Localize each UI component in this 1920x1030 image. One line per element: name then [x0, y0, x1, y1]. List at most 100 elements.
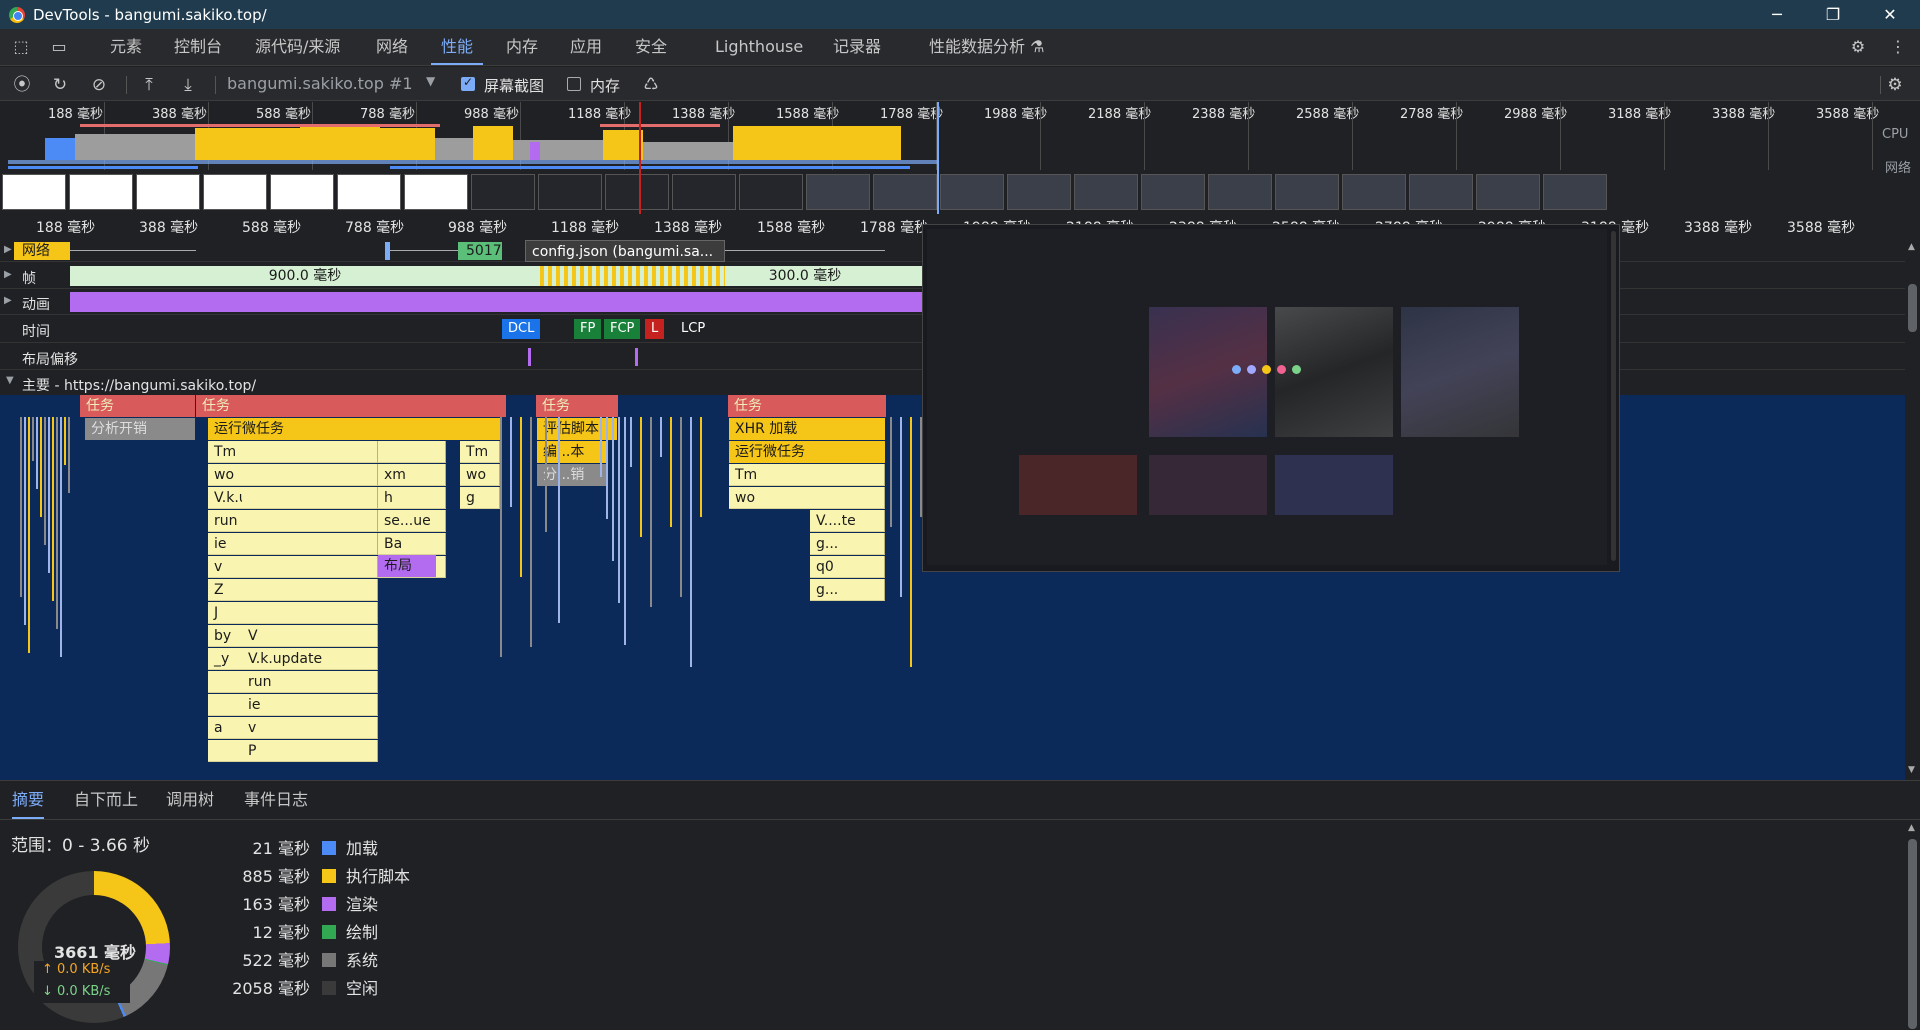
flame-sliver[interactable]: [36, 417, 38, 489]
screenshot-thumbnail[interactable]: [1275, 174, 1339, 210]
flame-sliver[interactable]: [24, 417, 26, 625]
tab-console[interactable]: 控制台: [174, 29, 222, 65]
flame-sliver[interactable]: [44, 417, 46, 545]
fp-marker[interactable]: FP: [574, 319, 602, 339]
flame-sliver[interactable]: [56, 417, 58, 629]
flame-frame[interactable]: [242, 510, 378, 532]
screenshot-thumbnail[interactable]: [873, 174, 937, 210]
flame-sliver[interactable]: [630, 417, 632, 467]
screenshot-thumbnail[interactable]: [605, 174, 669, 210]
flame-frame[interactable]: wo: [729, 487, 885, 509]
garbage-collect-icon[interactable]: ♺: [640, 74, 662, 96]
screenshot-thumbnail[interactable]: [203, 174, 267, 210]
details-scrollbar[interactable]: ▲: [1905, 819, 1920, 1030]
settings-gear-icon[interactable]: ⚙: [1848, 37, 1868, 57]
flame-frame[interactable]: g...: [810, 533, 885, 555]
screenshot-thumbnail[interactable]: [69, 174, 133, 210]
flame-frame[interactable]: g: [460, 487, 500, 509]
parse-overhead-block[interactable]: 分析开销: [85, 418, 195, 440]
flame-frame[interactable]: run: [242, 671, 378, 693]
record-icon[interactable]: ⦿: [11, 74, 33, 96]
screenshot-thumbnail[interactable]: [1409, 174, 1473, 210]
flame-sliver[interactable]: [660, 417, 662, 457]
flame-frame[interactable]: Ba: [378, 533, 446, 555]
tab-elements[interactable]: 元素: [110, 29, 142, 65]
save-profile-icon[interactable]: ⤓: [177, 74, 199, 96]
flame-sliver[interactable]: [690, 417, 692, 667]
layout-shift-marker[interactable]: [635, 348, 638, 366]
frame-block-dense[interactable]: [540, 266, 725, 286]
flame-frame[interactable]: [242, 487, 378, 509]
chevron-down-icon[interactable]: ▼: [426, 74, 435, 88]
screenshot-thumbnail[interactable]: [136, 174, 200, 210]
flame-sliver[interactable]: [28, 417, 30, 653]
inspect-element-icon[interactable]: ⬚: [11, 37, 31, 57]
screenshot-thumbnail[interactable]: [471, 174, 535, 210]
flame-sliver[interactable]: [68, 417, 70, 493]
task-block[interactable]: 任务: [80, 395, 195, 417]
flame-frame[interactable]: Tm: [460, 441, 500, 463]
flame-sliver[interactable]: [618, 417, 620, 603]
flame-sliver[interactable]: [60, 417, 62, 657]
fcp-marker[interactable]: FCP: [604, 319, 641, 339]
flame-frame[interactable]: V: [242, 625, 378, 647]
flame-sliver[interactable]: [650, 417, 652, 607]
screenshot-filmstrip[interactable]: [0, 172, 1920, 212]
tab-bottom-up[interactable]: 自下而上: [74, 781, 138, 819]
screenshot-thumbnail[interactable]: [1543, 174, 1607, 210]
tab-recorder[interactable]: 记录器: [833, 29, 881, 65]
flame-frame[interactable]: v: [242, 717, 378, 739]
screenshot-thumbnail[interactable]: [2, 174, 66, 210]
tab-event-log[interactable]: 事件日志: [244, 781, 308, 819]
tab-security[interactable]: 安全: [635, 29, 667, 65]
flame-frame[interactable]: se...ue: [378, 510, 446, 532]
load-profile-icon[interactable]: ⤒: [138, 74, 160, 96]
tab-summary[interactable]: 摘要: [12, 781, 45, 819]
frame-block[interactable]: 900.0 毫秒: [70, 266, 540, 286]
memory-checkbox[interactable]: [567, 77, 581, 91]
run-microtasks-block[interactable]: 运行微任务: [208, 418, 500, 440]
screenshot-thumbnail[interactable]: [1342, 174, 1406, 210]
flame-frame[interactable]: h: [378, 487, 446, 509]
flame-frame[interactable]: g...: [810, 579, 885, 601]
flame-frame[interactable]: [242, 441, 378, 463]
flame-sliver[interactable]: [520, 417, 522, 577]
flame-sliver[interactable]: [500, 417, 502, 657]
flame-sliver[interactable]: [680, 417, 682, 597]
maximize-button[interactable]: ❐: [1805, 0, 1861, 29]
flame-sliver[interactable]: [900, 417, 902, 597]
capture-settings-gear-icon[interactable]: ⚙: [1884, 74, 1906, 96]
tab-call-tree[interactable]: 调用树: [166, 781, 214, 819]
flame-frame[interactable]: q0: [810, 556, 885, 578]
flame-sliver[interactable]: [700, 417, 702, 517]
flame-sliver[interactable]: [64, 417, 66, 465]
screenshot-thumbnail[interactable]: [940, 174, 1004, 210]
load-marker[interactable]: L: [645, 319, 665, 339]
task-block[interactable]: 任务: [196, 395, 506, 417]
details-scrollbar-thumb[interactable]: [1908, 839, 1917, 1029]
flame-frame[interactable]: xm: [378, 464, 446, 486]
flame-frame[interactable]: V....te: [810, 510, 885, 532]
flame-frame[interactable]: wo: [460, 464, 500, 486]
flame-sliver[interactable]: [612, 417, 614, 561]
screenshot-thumbnail[interactable]: [806, 174, 870, 210]
tab-memory[interactable]: 内存: [506, 29, 538, 65]
screenshot-thumbnail[interactable]: [1141, 174, 1205, 210]
flame-frame[interactable]: V.k.update: [242, 648, 378, 670]
flame-sliver[interactable]: [670, 417, 672, 527]
flame-sliver[interactable]: [640, 417, 642, 537]
flame-sliver[interactable]: [558, 417, 560, 623]
flame-sliver[interactable]: [890, 417, 892, 527]
run-microtasks-block[interactable]: 运行微任务: [729, 441, 885, 463]
flame-chart[interactable]: 188 毫秒 388 毫秒 588 毫秒 788 毫秒 988 毫秒 1188 毫秒 138…: [0, 214, 1905, 780]
dcl-marker[interactable]: DCL: [502, 319, 541, 339]
flame-sliver[interactable]: [20, 417, 22, 597]
animation-bar[interactable]: [70, 292, 922, 312]
tab-performance[interactable]: 性能: [431, 29, 484, 65]
screenshot-thumbnail[interactable]: [337, 174, 401, 210]
close-button[interactable]: ✕: [1862, 0, 1918, 29]
screenshot-thumbnail[interactable]: [270, 174, 334, 210]
tab-application[interactable]: 应用: [570, 29, 602, 65]
flame-sliver[interactable]: [32, 417, 34, 461]
recording-select[interactable]: bangumi.sakiko.top #1: [227, 74, 413, 94]
